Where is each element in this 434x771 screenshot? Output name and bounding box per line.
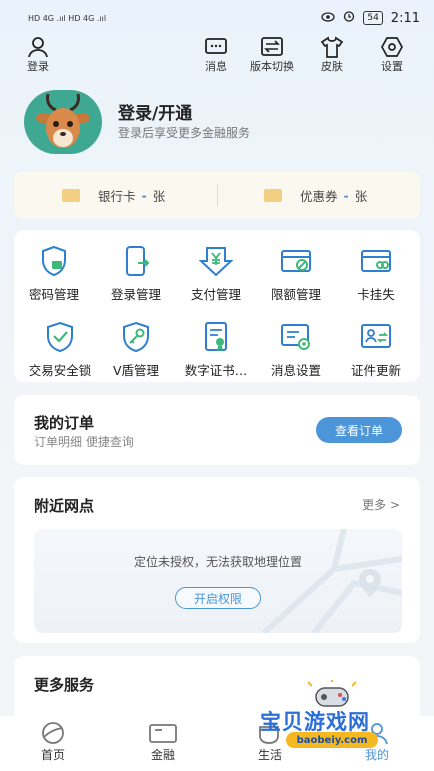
tab-label: 首页 bbox=[40, 748, 65, 762]
switch-icon bbox=[261, 37, 283, 56]
service-label: 证件更新 bbox=[350, 363, 401, 378]
service-password-management[interactable]: 密码管理 bbox=[14, 244, 94, 303]
service-vshield-management[interactable]: V盾管理 bbox=[96, 320, 176, 379]
user-icon bbox=[28, 37, 48, 58]
version-switch-button[interactable]: 版本切换 bbox=[250, 36, 294, 74]
yuan-payment-icon bbox=[199, 247, 233, 277]
skin-button[interactable]: 皮肤 bbox=[320, 36, 344, 74]
service-label: 密码管理 bbox=[28, 287, 79, 302]
view-orders-button[interactable]: 查看订单 bbox=[316, 417, 402, 443]
service-label: 登录管理 bbox=[110, 287, 161, 302]
coupon-label: 优惠券 bbox=[300, 188, 338, 204]
service-label: 消息设置 bbox=[270, 363, 321, 378]
alarm-icon bbox=[343, 10, 355, 26]
eye-icon bbox=[321, 11, 335, 26]
skin-label: 皮肤 bbox=[321, 60, 343, 73]
clock: 2:11 bbox=[390, 10, 420, 26]
check-shield-icon bbox=[47, 321, 73, 353]
certificate-icon bbox=[205, 322, 227, 351]
status-bar: HD 4G .ııl HD 4G .ııl 54 2:11 bbox=[0, 0, 434, 36]
coupon-count: - bbox=[343, 187, 349, 203]
settings-label: 设置 bbox=[381, 60, 403, 73]
bank-card-count: - bbox=[141, 187, 147, 203]
coupon-unit: 张 bbox=[354, 188, 368, 204]
home-globe-icon bbox=[42, 722, 64, 744]
card-limit-icon bbox=[281, 250, 311, 272]
service-label: 限额管理 bbox=[270, 287, 321, 302]
coupon-icon bbox=[264, 188, 282, 202]
profile-subtitle: 登录后享受更多金融服务 bbox=[118, 126, 251, 140]
key-shield-icon bbox=[123, 321, 149, 353]
service-label: V盾管理 bbox=[112, 363, 160, 378]
watermark-url: baobeiy.com bbox=[286, 732, 378, 748]
service-login-management[interactable]: 登录管理 bbox=[96, 244, 176, 303]
bank-card-unit: 张 bbox=[152, 188, 166, 204]
service-payment-management[interactable]: 支付管理 bbox=[176, 244, 256, 303]
login-button[interactable]: 登录 bbox=[26, 36, 50, 74]
avatar[interactable] bbox=[24, 90, 102, 154]
watermark: 宝贝游戏网 baobeiy.com bbox=[258, 680, 408, 750]
shirt-icon bbox=[320, 36, 344, 58]
card-lost-icon bbox=[361, 250, 391, 272]
tab-label: 金融 bbox=[150, 748, 175, 762]
message-label: 消息 bbox=[205, 60, 227, 73]
location-unauthorized-message: 定位未授权，无法获取地理位置 bbox=[133, 555, 302, 569]
service-label: 卡挂失 bbox=[357, 287, 395, 302]
services-grid: 密码管理 登录管理 支付管理 限额管理 卡挂失 交易安全锁 V盾管理 数字证书…… bbox=[14, 230, 420, 382]
message-settings-icon bbox=[281, 324, 310, 350]
profile-section[interactable]: 登录/开通 登录后享受更多金融服务 bbox=[24, 90, 414, 154]
profile-title[interactable]: 登录/开通 bbox=[118, 99, 192, 124]
gear-icon bbox=[381, 37, 403, 57]
bank-card-summary[interactable]: 银行卡 - 张 bbox=[62, 172, 165, 218]
signal-indicators: HD 4G .ııl HD 4G .ııl bbox=[28, 13, 107, 23]
finance-card-icon bbox=[149, 724, 177, 743]
service-label: 数字证书… bbox=[184, 363, 248, 378]
nearby-more-link[interactable]: 更多 > bbox=[362, 496, 400, 513]
service-limit-management[interactable]: 限额管理 bbox=[256, 244, 336, 303]
service-message-settings[interactable]: 消息设置 bbox=[256, 320, 336, 379]
more-services-title: 更多服务 bbox=[34, 676, 95, 694]
orders-subtitle: 订单明细 便捷查询 bbox=[34, 435, 134, 449]
enable-permission-button[interactable]: 开启权限 bbox=[175, 587, 261, 609]
bank-card-icon bbox=[62, 188, 80, 202]
battery-indicator: 54 bbox=[363, 11, 383, 25]
nearby-title: 附近网点 bbox=[34, 497, 95, 515]
map-placeholder: 定位未授权，无法获取地理位置 开启权限 bbox=[34, 529, 402, 633]
password-shield-icon bbox=[42, 245, 66, 277]
coupon-summary[interactable]: 优惠券 - 张 bbox=[264, 172, 367, 218]
bank-card-label: 银行卡 bbox=[98, 188, 136, 204]
deer-mascot-icon bbox=[36, 93, 90, 148]
nearby-branches-card: 附近网点 更多 > 定位未授权，无法获取地理位置 开启权限 bbox=[14, 477, 420, 643]
my-orders-card[interactable]: 我的订单 订单明细 便捷查询 查看订单 bbox=[14, 395, 420, 465]
id-update-icon bbox=[361, 324, 391, 348]
settings-button[interactable]: 设置 bbox=[380, 36, 404, 74]
message-button[interactable]: 消息 bbox=[204, 36, 228, 74]
orders-title: 我的订单 bbox=[34, 414, 95, 432]
top-navigation: 登录 消息 版本切换 皮肤 设置 bbox=[0, 36, 434, 76]
tab-finance[interactable]: 金融 bbox=[148, 720, 178, 763]
tab-home[interactable]: 首页 bbox=[38, 720, 68, 763]
service-digital-certificate[interactable]: 数字证书… bbox=[176, 320, 256, 379]
service-card-lost[interactable]: 卡挂失 bbox=[336, 244, 416, 303]
map-background-icon bbox=[261, 529, 402, 633]
cards-summary: 银行卡 - 张 优惠券 - 张 bbox=[14, 172, 420, 218]
service-id-update[interactable]: 证件更新 bbox=[336, 320, 416, 379]
phone-login-icon bbox=[126, 246, 150, 276]
service-label: 交易安全锁 bbox=[28, 363, 92, 378]
login-label: 登录 bbox=[27, 60, 49, 73]
version-switch-label: 版本切换 bbox=[250, 60, 294, 73]
divider bbox=[217, 184, 218, 206]
service-label: 支付管理 bbox=[190, 287, 241, 302]
service-transaction-lock[interactable]: 交易安全锁 bbox=[20, 320, 100, 379]
message-icon bbox=[205, 38, 227, 54]
